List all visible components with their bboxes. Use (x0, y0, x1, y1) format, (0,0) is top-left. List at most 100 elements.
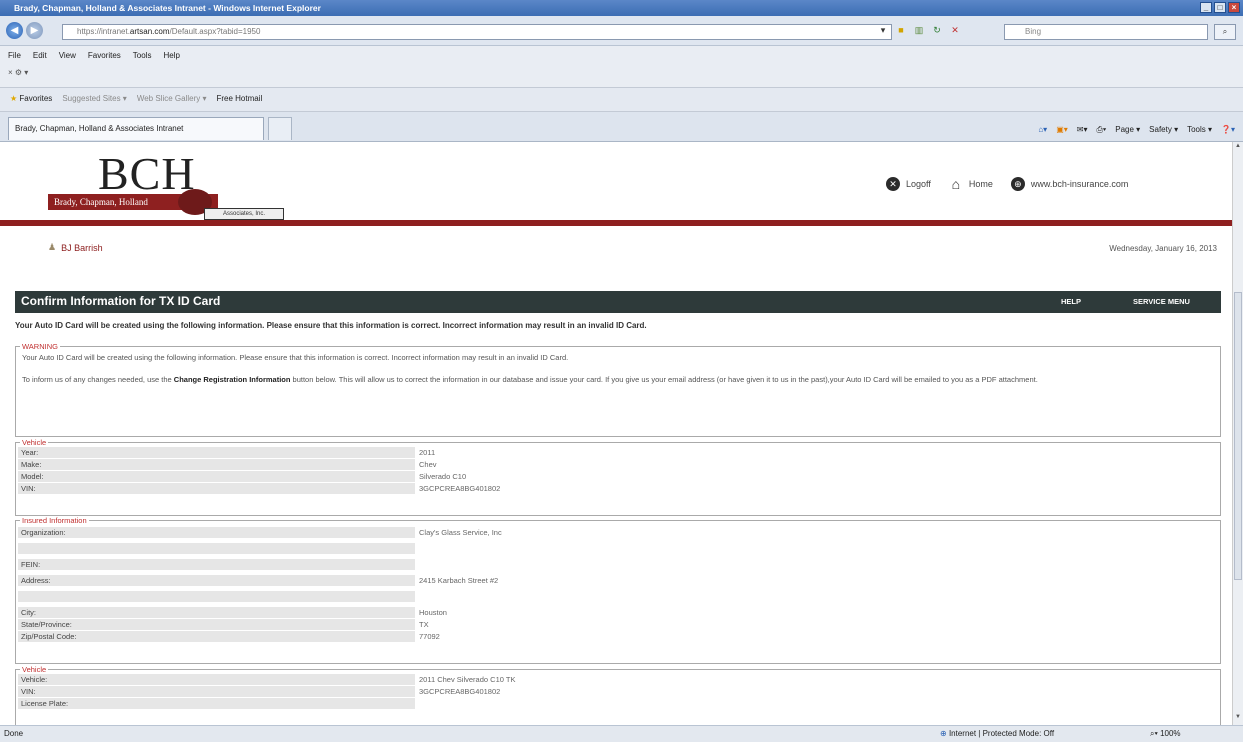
menu-edit[interactable]: Edit (33, 51, 47, 60)
logo-associates: Associates, Inc. (204, 208, 284, 220)
field-row: Organization: Clay's Glass Service, Inc (16, 527, 1220, 539)
favorites-links: ★ Favorites Suggested Sites ▾ Web Slice … (10, 94, 262, 103)
field-label: Vehicle: (18, 674, 415, 685)
field-value: Houston (419, 608, 447, 617)
warning-line1: Your Auto ID Card will be created using … (22, 353, 569, 362)
address-row: ◀ ▶ https://intranet.artsan.com/Default.… (0, 16, 1243, 46)
zoom-control[interactable]: ⌕▾ 100% (1150, 726, 1181, 742)
refresh-icon[interactable]: ↻ (931, 24, 943, 36)
maximize-icon[interactable]: □ (1214, 2, 1226, 13)
menu-view[interactable]: View (59, 51, 76, 60)
home-link[interactable]: ⌂ Home (949, 177, 993, 191)
toolbar-icons[interactable]: × ⚙ ▾ (8, 68, 28, 77)
help-icon[interactable]: ❓▾ (1221, 125, 1235, 135)
address-bar[interactable]: https://intranet.artsan.com/Default.aspx… (62, 24, 892, 40)
field-label (18, 543, 415, 554)
field-row: License Plate: (16, 698, 1220, 710)
new-tab-button[interactable] (268, 117, 292, 140)
warning-fieldset: WARNING Your Auto ID Card will be create… (15, 342, 1221, 437)
security-zone: ⊕ Internet | Protected Mode: Off (940, 726, 1054, 742)
service-menu-link[interactable]: SERVICE MENU (1133, 297, 1190, 306)
tab-active[interactable]: Brady, Chapman, Holland & Associates Int… (8, 117, 264, 140)
home-label: Home (968, 179, 993, 189)
search-input[interactable]: Bing (1004, 24, 1208, 40)
website-label: www.bch-insurance.com (1030, 179, 1129, 189)
safety-menu[interactable]: Safety ▾ (1149, 125, 1178, 135)
warning-line2-pre: To inform us of any changes needed, use … (22, 375, 172, 384)
fav-web-slice-gallery[interactable]: Web Slice Gallery ▾ (137, 94, 207, 103)
menu-help[interactable]: Help (163, 51, 179, 60)
home-icon[interactable]: ⌂▾ (1038, 125, 1047, 135)
forward-button[interactable]: ▶ (26, 22, 43, 39)
field-value: Chev (419, 460, 437, 469)
vehicle-detail-fieldset: Vehicle Vehicle: 2011 Chev Silverado C10 … (15, 665, 1221, 725)
field-label: Model: (18, 471, 415, 482)
field-label: State/Province: (18, 619, 415, 630)
globe-icon: ⊕ (940, 729, 947, 738)
vertical-scrollbar[interactable]: ▲ ▼ (1232, 142, 1243, 725)
menu-file[interactable]: File (8, 51, 21, 60)
field-row: VIN: 3GCPCREA8BG401802 (16, 483, 1220, 495)
minimize-icon[interactable]: _ (1200, 2, 1212, 13)
vehicle-fieldset: Vehicle Year: 2011 Make: Chev Model: Silver… (15, 438, 1221, 516)
field-label: Zip/Postal Code: (18, 631, 415, 642)
field-row: State/Province: TX (16, 619, 1220, 631)
menu-favorites[interactable]: Favorites (88, 51, 121, 60)
field-label: Make: (18, 459, 415, 470)
field-row: Vehicle: 2011 Chev Silverado C10 TK (16, 674, 1220, 686)
field-value: 2011 (419, 448, 436, 457)
field-label (18, 591, 415, 602)
field-row: Model: Silverado C10 (16, 471, 1220, 483)
close-icon[interactable]: × (1228, 2, 1240, 13)
command-bar: ⌂▾ ▣▾ ✉▾ ⎙▾ Page ▾ Safety ▾ Tools ▾ ❓▾ (1038, 125, 1235, 135)
menu-bar: File Edit View Favorites Tools Help × ⚙ … (0, 46, 1243, 88)
warning-legend: WARNING (22, 342, 58, 351)
logoff-icon: ✕ (886, 177, 900, 191)
scroll-down-icon[interactable]: ▼ (1234, 714, 1242, 724)
menu-tools[interactable]: Tools (133, 51, 152, 60)
field-row: VIN: 3GCPCREA8BG401802 (16, 686, 1220, 698)
current-date: Wednesday, January 16, 2013 (1109, 244, 1217, 253)
field-value: 77092 (419, 632, 440, 641)
home-icon: ⌂ (951, 176, 961, 192)
change-registration-text: Change Registration Information (173, 375, 291, 384)
fav-suggested-sites[interactable]: Suggested Sites ▾ (62, 94, 127, 103)
address-icons: ▾ ■ ▥ ↻ ✕ (877, 24, 961, 36)
window-title-bar: Brady, Chapman, Holland & Associates Int… (0, 0, 1243, 16)
website-link[interactable]: ⊕ www.bch-insurance.com (1010, 177, 1129, 191)
favorites-button[interactable]: ★ Favorites (10, 94, 52, 103)
field-value: Silverado C10 (419, 472, 467, 481)
url-suffix: /Default.aspx?tabid=1950 (169, 27, 261, 36)
field-label: License Plate: (18, 698, 415, 709)
scroll-thumb[interactable] (1234, 292, 1242, 580)
logoff-link[interactable]: ✕ Logoff (886, 177, 931, 191)
scroll-up-icon[interactable]: ▲ (1234, 143, 1242, 153)
site-logo[interactable]: BCH Brady, Chapman, Holland Associates, … (48, 148, 284, 220)
search-icon[interactable]: ⌕ (1214, 24, 1236, 40)
help-link[interactable]: HELP (1061, 297, 1081, 306)
compatibility-icon[interactable]: ▥ (913, 24, 925, 36)
url-prefix: https://intranet. (77, 27, 130, 36)
feeds-icon[interactable]: ▣▾ (1056, 125, 1068, 135)
mail-icon[interactable]: ✉▾ (1077, 125, 1088, 135)
back-button[interactable]: ◀ (6, 22, 23, 39)
dropdown-icon[interactable]: ▾ (877, 24, 889, 36)
window-controls: _ □ × (1200, 2, 1240, 13)
fav-free-hotmail[interactable]: Free Hotmail (216, 94, 262, 103)
insured-fieldset: Insured Information Organization: Clay's … (15, 516, 1221, 664)
print-icon[interactable]: ⎙▾ (1096, 125, 1106, 135)
header-divider (0, 220, 1232, 226)
favorites-bar: ★ Favorites Suggested Sites ▾ Web Slice … (0, 88, 1243, 112)
stop-icon[interactable]: ✕ (949, 24, 961, 36)
security-zone-label: Internet | Protected Mode: Off (948, 729, 1055, 738)
current-user[interactable]: ♟ BJ Barrish (48, 242, 103, 253)
field-label: FEIN: (18, 559, 415, 570)
page-menu[interactable]: Page ▾ (1115, 125, 1140, 135)
logoff-label: Logoff (906, 179, 931, 189)
logo-text: BCH (98, 148, 196, 199)
star-icon: ★ (10, 94, 18, 103)
tools-menu[interactable]: Tools ▾ (1187, 125, 1212, 135)
lock-icon[interactable]: ■ (895, 24, 907, 36)
user-icon: ♟ (48, 242, 57, 252)
field-row: Make: Chev (16, 459, 1220, 471)
